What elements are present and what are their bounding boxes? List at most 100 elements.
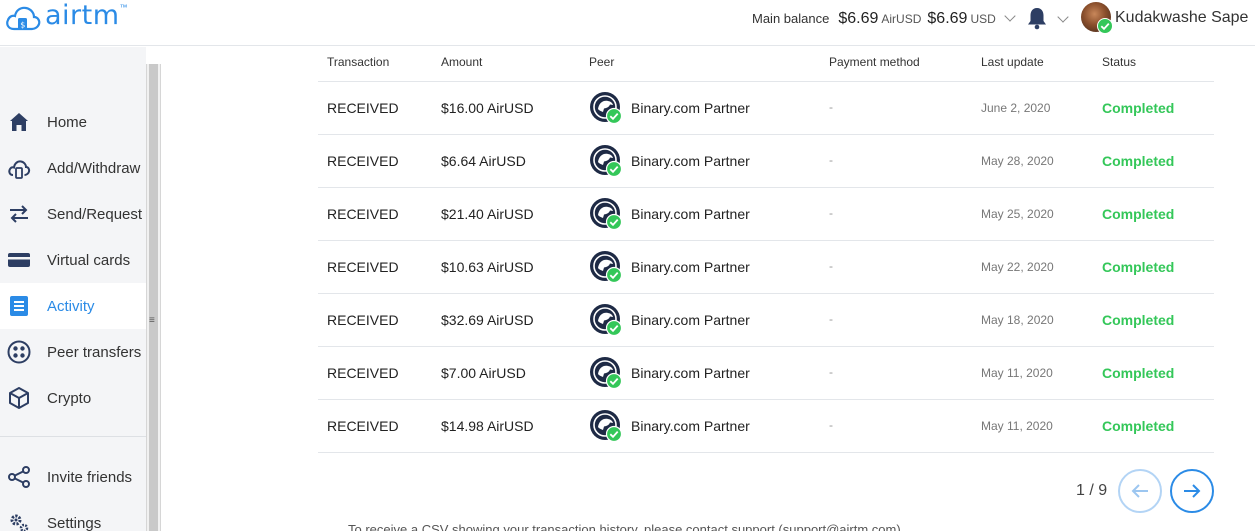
sidebar-item-add-withdraw[interactable]: Add/Withdraw (0, 145, 146, 191)
transaction-amount: $32.69 AirUSD (441, 312, 534, 328)
binary-partner-logo-icon (589, 250, 623, 284)
main-balance-dropdown[interactable]: Main balance $6.69 AirUSD $6.69 USD (752, 10, 1016, 28)
header-amount: Amount (441, 55, 483, 69)
last-update-date: May 25, 2020 (981, 207, 1054, 221)
transaction-amount: $7.00 AirUSD (441, 365, 526, 381)
previous-page-button[interactable] (1118, 469, 1162, 513)
chevron-down-icon (1004, 10, 1016, 22)
brand-name: airtm (45, 0, 120, 31)
binary-partner-logo-icon (589, 356, 623, 390)
sidebar-item-home[interactable]: Home (0, 99, 146, 145)
binary-partner-logo-icon (589, 303, 623, 337)
sidebar-item-settings[interactable]: Settings (0, 500, 146, 531)
transaction-type: RECEIVED (327, 100, 399, 116)
transaction-type: RECEIVED (327, 365, 399, 381)
table-body: RECEIVED $16.00 AirUSD Binary.com Partner -… (318, 82, 1214, 453)
sidebar-item-label: Settings (47, 514, 102, 531)
activity-table: Transaction Amount Peer Payment method L… (318, 48, 1214, 453)
trademark-symbol: ™ (119, 3, 128, 12)
transaction-amount: $14.98 AirUSD (441, 418, 534, 434)
table-row[interactable]: RECEIVED $32.69 AirUSD Binary.com Partner -… (318, 294, 1214, 347)
peer-name[interactable]: Binary.com Partner (631, 100, 750, 116)
transaction-amount: $21.40 AirUSD (441, 206, 534, 222)
transaction-type: RECEIVED (327, 259, 399, 275)
peer-name[interactable]: Binary.com Partner (631, 259, 750, 275)
header-transaction: Transaction (327, 55, 390, 69)
transaction-amount: $16.00 AirUSD (441, 100, 534, 116)
last-update-date: June 2, 2020 (981, 101, 1051, 115)
sidebar-item-virtual-cards[interactable]: Virtual cards (0, 237, 146, 283)
peer-name[interactable]: Binary.com Partner (631, 418, 750, 434)
sidebar-item-label: Send/Request (47, 205, 143, 223)
table-row[interactable]: RECEIVED $16.00 AirUSD Binary.com Partner -… (318, 82, 1214, 135)
sidebar-item-label: Invite friends (47, 468, 133, 486)
table-header: Transaction Amount Peer Payment method L… (318, 48, 1214, 82)
transaction-type: RECEIVED (327, 418, 399, 434)
payment-method: - (829, 365, 833, 379)
arrow-left-icon (1131, 484, 1148, 498)
payment-method: - (829, 100, 833, 114)
table-row[interactable]: RECEIVED $10.63 AirUSD Binary.com Partner -… (318, 241, 1214, 294)
sidebar-item-crypto[interactable]: Crypto (0, 375, 146, 421)
sidebar-item-send-request[interactable]: Send/Request (0, 191, 146, 237)
status-badge: Completed (1102, 259, 1175, 275)
card-icon (8, 253, 30, 267)
activity-list-icon (10, 296, 28, 316)
arrow-right-icon (1184, 484, 1201, 498)
sidebar-item-activity[interactable]: Activity (0, 283, 146, 329)
cloud-logo-icon: $ (6, 6, 41, 30)
bell-icon[interactable] (1026, 6, 1048, 30)
sidebar-scrollbar[interactable]: ≡ (146, 64, 161, 531)
header-payment-method: Payment method (829, 55, 920, 69)
table-row[interactable]: RECEIVED $21.40 AirUSD Binary.com Partner -… (318, 188, 1214, 241)
status-badge: Completed (1102, 312, 1175, 328)
header-peer: Peer (589, 55, 615, 69)
last-update-date: May 28, 2020 (981, 154, 1054, 168)
last-update-date: May 18, 2020 (981, 313, 1054, 327)
page-indicator: 1 / 9 (1076, 482, 1108, 499)
home-icon (10, 113, 28, 131)
sidebar-item-label: Peer transfers (47, 343, 142, 361)
notifications-chevron-icon[interactable] (1057, 11, 1069, 23)
top-bar: $ airtm ™ Main balance $6.69 AirUSD $6.6… (0, 0, 1255, 46)
sidebar-divider (0, 436, 146, 437)
sidebar-item-invite-friends[interactable]: Invite friends (0, 454, 146, 500)
binary-partner-logo-icon (589, 144, 623, 178)
status-badge: Completed (1102, 365, 1175, 381)
user-name[interactable]: Kudakwashe Sape (1115, 9, 1248, 27)
transaction-type: RECEIVED (327, 206, 399, 222)
csv-footer-note: To receive a CSV showing your transactio… (348, 522, 901, 531)
header-status: Status (1102, 55, 1137, 69)
airusd-balance: $6.69 (838, 10, 879, 27)
sidebar-item-label: Crypto (47, 389, 92, 407)
sidebar-item-peer-transfers[interactable]: Peer transfers (0, 329, 146, 375)
usd-balance: $6.69 (927, 10, 968, 27)
sidebar-item-label: Add/Withdraw (47, 159, 141, 177)
scrollbar-thumb[interactable] (149, 64, 158, 531)
payment-method: - (829, 206, 833, 220)
last-update-date: May 22, 2020 (981, 260, 1054, 274)
cube-icon (9, 387, 29, 409)
payment-method: - (829, 259, 833, 273)
table-row[interactable]: RECEIVED $7.00 AirUSD Binary.com Partner - M… (318, 347, 1214, 400)
peer-name[interactable]: Binary.com Partner (631, 365, 750, 381)
cloud-money-icon (8, 160, 31, 179)
peer-name[interactable]: Binary.com Partner (631, 153, 750, 169)
status-badge: Completed (1102, 153, 1175, 169)
binary-partner-logo-icon (589, 409, 623, 443)
transaction-amount: $10.63 AirUSD (441, 259, 534, 275)
sidebar-item-label: Activity (47, 297, 95, 315)
peer-name[interactable]: Binary.com Partner (631, 206, 750, 222)
sidebar: Home Add/Withdraw Send/Request Virtual c… (0, 47, 146, 531)
svg-text:$: $ (20, 20, 25, 29)
table-row[interactable]: RECEIVED $14.98 AirUSD Binary.com Partner -… (318, 400, 1214, 453)
transaction-type: RECEIVED (327, 153, 399, 169)
table-row[interactable]: RECEIVED $6.64 AirUSD Binary.com Partner - M… (318, 135, 1214, 188)
share-icon (8, 466, 30, 488)
status-badge: Completed (1102, 418, 1175, 434)
next-page-button[interactable] (1170, 469, 1214, 513)
peer-name[interactable]: Binary.com Partner (631, 312, 750, 328)
verified-check-icon (1097, 18, 1113, 34)
last-update-date: May 11, 2020 (981, 419, 1053, 433)
airtm-logo[interactable]: $ airtm ™ (4, 0, 128, 33)
